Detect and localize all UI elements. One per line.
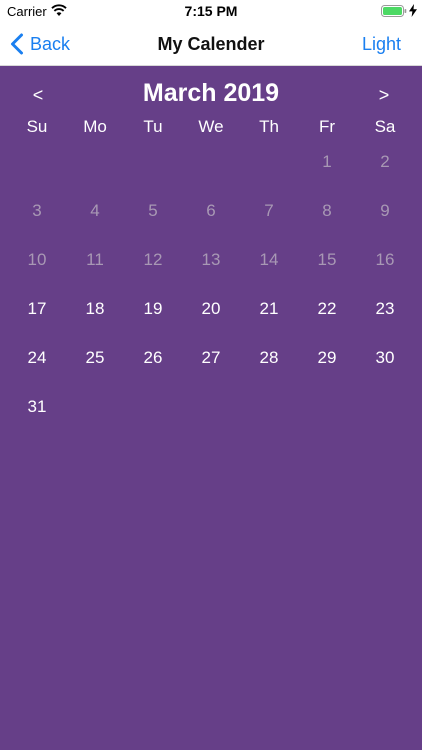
empty-day-cell: [8, 146, 66, 195]
day-cell[interactable]: 15: [298, 244, 356, 293]
charging-bolt-icon: [409, 4, 417, 17]
day-cell[interactable]: 23: [356, 293, 414, 342]
day-cell[interactable]: 5: [124, 195, 182, 244]
day-cell[interactable]: 17: [8, 293, 66, 342]
weekday-header: Su Mo Tu We Th Fr Sa: [8, 116, 414, 138]
page-title: My Calender: [157, 34, 265, 54]
status-bar: Carrier 7:15 PM: [0, 0, 422, 22]
clock: 7:15 PM: [184, 3, 238, 19]
day-cell[interactable]: 12: [124, 244, 182, 293]
navigation-bar: Back My Calender Light: [0, 22, 422, 66]
day-cell[interactable]: 6: [182, 195, 240, 244]
day-cell[interactable]: 14: [240, 244, 298, 293]
next-month-button[interactable]: >: [372, 82, 396, 108]
day-cell[interactable]: 29: [298, 342, 356, 391]
weekday-label: Th: [259, 117, 279, 136]
weekday-label: Tu: [143, 117, 163, 136]
month-title: March 2019: [142, 79, 280, 107]
day-cell[interactable]: 22: [298, 293, 356, 342]
empty-day-cell: [66, 146, 124, 195]
day-cell[interactable]: 31: [8, 391, 66, 440]
theme-toggle-button[interactable]: Light: [362, 34, 401, 55]
day-grid: 1 2 3 4 5 6 7 8 9 10 11 12 13 14 15 16 17 18 19 20 21 22 23 24 2…: [8, 146, 414, 440]
day-cell[interactable]: 3: [8, 195, 66, 244]
weekday-label: Sa: [374, 117, 396, 136]
day-cell[interactable]: 24: [8, 342, 66, 391]
day-cell[interactable]: 20: [182, 293, 240, 342]
day-cell[interactable]: 9: [356, 195, 414, 244]
weekday-label: Mo: [83, 117, 107, 136]
day-cell[interactable]: 28: [240, 342, 298, 391]
day-cell[interactable]: 18: [66, 293, 124, 342]
weekday-label: Fr: [318, 117, 336, 136]
day-cell[interactable]: 8: [298, 195, 356, 244]
day-cell[interactable]: 21: [240, 293, 298, 342]
day-cell[interactable]: 4: [66, 195, 124, 244]
day-cell[interactable]: 7: [240, 195, 298, 244]
day-cell[interactable]: 1: [298, 146, 356, 195]
day-cell[interactable]: 2: [356, 146, 414, 195]
day-cell[interactable]: 19: [124, 293, 182, 342]
battery-icon: [381, 5, 407, 17]
day-cell[interactable]: 30: [356, 342, 414, 391]
weekday-label: Su: [26, 117, 48, 136]
empty-day-cell: [182, 146, 240, 195]
calendar: < March 2019 > Su Mo Tu We Th Fr Sa 1234…: [0, 66, 422, 750]
day-cell[interactable]: 27: [182, 342, 240, 391]
empty-day-cell: [240, 146, 298, 195]
day-cell[interactable]: 13: [182, 244, 240, 293]
empty-day-cell: [124, 146, 182, 195]
day-cell[interactable]: 10: [8, 244, 66, 293]
day-cell[interactable]: 25: [66, 342, 124, 391]
day-cell[interactable]: 16: [356, 244, 414, 293]
month-header: < March 2019 >: [0, 78, 422, 112]
day-cell[interactable]: 11: [66, 244, 124, 293]
weekday-label: We: [198, 117, 224, 136]
day-cell[interactable]: 26: [124, 342, 182, 391]
